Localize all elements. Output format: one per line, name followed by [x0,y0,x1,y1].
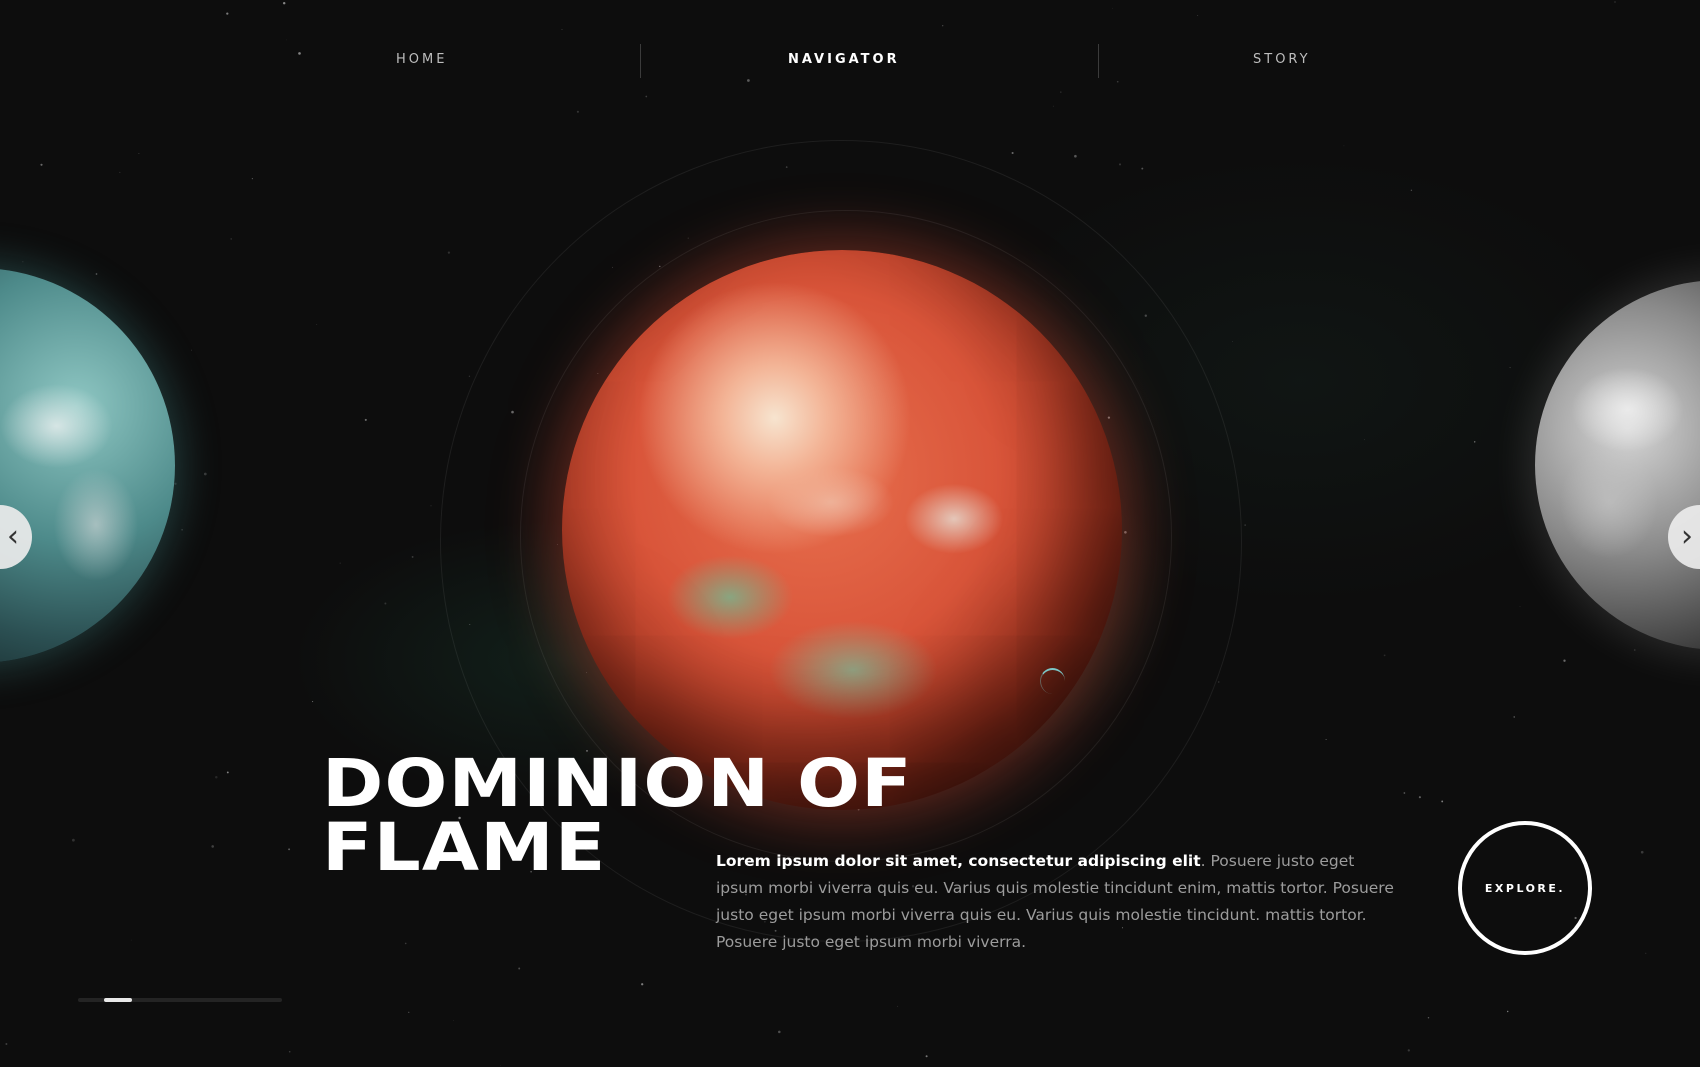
star [925,1055,928,1058]
hero-stage: HOME NAVIGATOR STORY ‹ › DOMINION OF FLA… [0,0,1700,1067]
star [1011,151,1014,155]
slide-progress-track [78,998,282,1002]
star [1244,524,1246,526]
slide-progress-indicator [103,998,132,1002]
moon-crescent [1040,668,1065,694]
star [1645,952,1647,954]
explore-button[interactable]: EXPLORE. [1458,821,1592,955]
star [40,163,43,166]
star [1441,800,1444,803]
chevron-left-icon: ‹ [7,519,19,554]
star [1513,716,1515,718]
star [1364,439,1365,441]
star [1343,145,1345,147]
star [1563,659,1566,662]
star [411,555,414,558]
star [404,942,407,945]
hero-title-line2: FLAME [322,809,607,886]
star [1325,738,1327,741]
star [1410,189,1413,191]
star [453,1020,454,1021]
nav-divider [640,44,641,78]
star [1383,654,1386,657]
star [312,701,314,703]
star [1634,649,1636,651]
star [72,838,75,842]
star [430,505,432,507]
star [288,1050,291,1053]
star [1418,796,1421,799]
star [339,562,341,564]
star [447,251,451,254]
nav-navigator[interactable]: NAVIGATOR [788,52,900,67]
star [95,273,98,275]
star [191,349,193,351]
star [203,472,207,476]
star [468,375,471,377]
star [211,845,214,848]
star [408,1011,410,1013]
star [500,1065,501,1066]
star [576,110,579,113]
nav-home[interactable]: HOME [396,52,447,67]
star [230,238,232,240]
star [1640,850,1644,854]
top-navigation: HOME NAVIGATOR STORY [0,0,1700,100]
star [215,776,218,779]
star [138,153,140,154]
star [1509,367,1511,369]
hero-description: Lorem ipsum dolor sit amet, consectetur … [716,848,1396,956]
chevron-right-icon: › [1681,519,1693,554]
star [1427,1017,1430,1019]
star [1231,341,1233,342]
star [897,1005,899,1007]
star [181,528,183,531]
star [641,983,644,986]
star [1506,1010,1509,1013]
star [316,324,318,325]
star [251,178,253,180]
star [778,1030,781,1034]
planet-main[interactable] [562,250,1122,810]
star [1074,154,1077,158]
star [1141,167,1144,170]
star [1519,606,1521,607]
star [364,418,367,421]
star [384,602,387,605]
star [1218,681,1220,683]
nav-divider [1098,44,1099,78]
star [226,771,229,774]
star [1407,1049,1410,1052]
star [130,939,132,941]
star [1118,163,1122,166]
nav-story[interactable]: STORY [1253,52,1311,67]
hero-description-lead: Lorem ipsum dolor sit amet, consectetur … [716,852,1201,870]
star [22,261,24,263]
star [288,848,291,851]
star [1052,105,1054,107]
star [174,482,177,485]
star [119,171,121,173]
star [1403,792,1406,794]
star [5,1043,8,1045]
star [518,967,521,970]
star [1473,441,1476,443]
